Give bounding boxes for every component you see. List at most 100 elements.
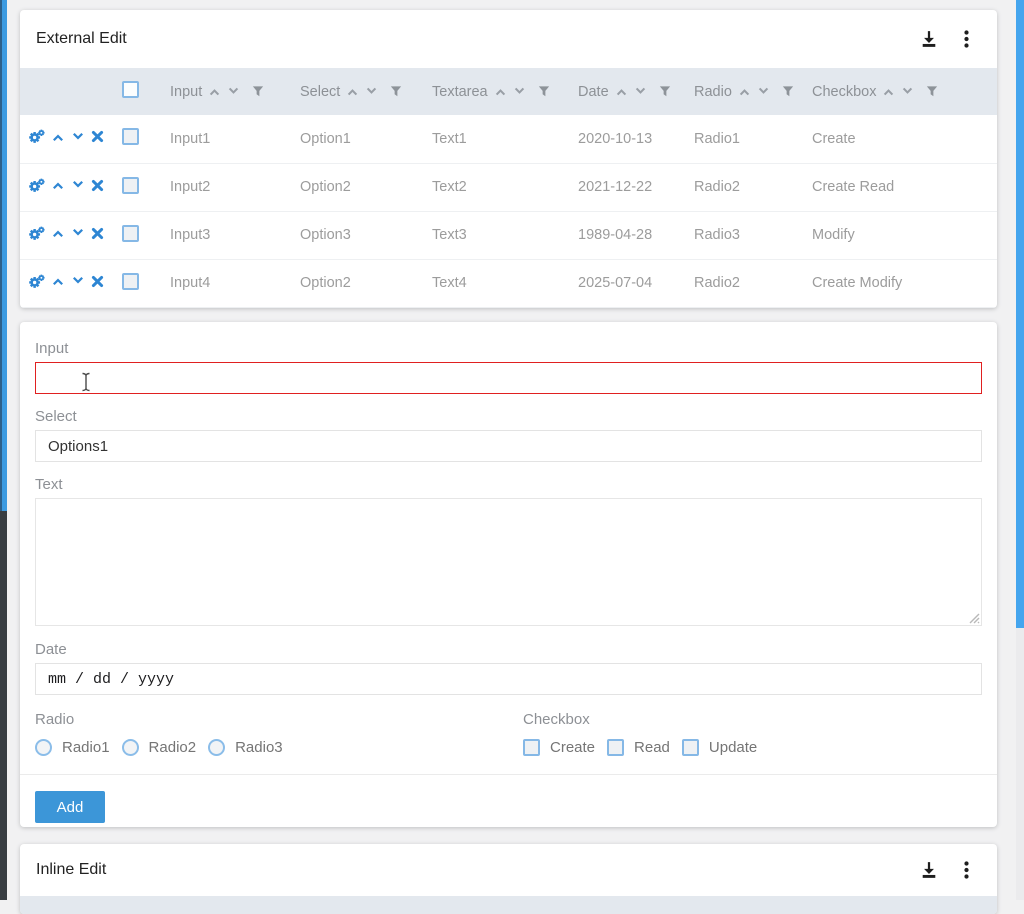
sort-desc-icon[interactable] bbox=[513, 85, 526, 98]
cell-textarea: Text3 bbox=[432, 211, 578, 259]
sort-asc-icon[interactable] bbox=[615, 85, 628, 98]
checkbox[interactable] bbox=[682, 739, 699, 756]
text-field-label: Text bbox=[35, 476, 982, 494]
row-move-up-icon[interactable] bbox=[51, 274, 65, 292]
select-field[interactable]: Options1 bbox=[35, 430, 982, 462]
cell-date: 2020-10-13 bbox=[578, 115, 694, 163]
checkbox[interactable] bbox=[607, 739, 624, 756]
radio-group: Radio1 Radio2 Radio3 bbox=[35, 737, 523, 757]
select-field-value: Options1 bbox=[48, 438, 108, 455]
row-settings-icon[interactable] bbox=[28, 129, 45, 148]
sort-desc-icon[interactable] bbox=[365, 85, 378, 98]
cell-radio: Radio3 bbox=[694, 211, 812, 259]
radio-option-label: Radio3 bbox=[235, 739, 283, 756]
left-scrollbar-thumb[interactable] bbox=[0, 0, 7, 511]
column-header-textarea: Textarea bbox=[432, 68, 578, 115]
filter-icon[interactable] bbox=[252, 85, 264, 98]
radio-button[interactable] bbox=[35, 739, 52, 756]
row-checkbox[interactable] bbox=[122, 177, 139, 194]
inline-table-header-strip bbox=[20, 896, 997, 914]
date-field[interactable]: mm / dd / yyyy bbox=[35, 663, 982, 695]
kebab-menu-icon[interactable] bbox=[964, 30, 969, 48]
download-icon[interactable] bbox=[920, 30, 938, 48]
row-delete-icon[interactable] bbox=[91, 179, 104, 196]
row-move-up-icon[interactable] bbox=[51, 178, 65, 196]
row-settings-icon[interactable] bbox=[28, 226, 45, 245]
cell-radio: Radio2 bbox=[694, 259, 812, 307]
column-header-input: Input bbox=[170, 68, 300, 115]
input-field[interactable] bbox=[35, 362, 982, 394]
inline-edit-header: Inline Edit bbox=[20, 844, 997, 896]
sort-desc-icon[interactable] bbox=[634, 85, 647, 98]
row-delete-icon[interactable] bbox=[91, 275, 104, 292]
table-row: Input3 Option3 Text3 1989-04-28 Radio3 M… bbox=[20, 211, 997, 259]
sort-desc-icon[interactable] bbox=[901, 85, 914, 98]
add-button[interactable]: Add bbox=[35, 791, 105, 823]
row-move-down-icon[interactable] bbox=[71, 178, 85, 196]
radio-button[interactable] bbox=[122, 739, 139, 756]
table-row: Input4 Option2 Text4 2025-07-04 Radio2 C… bbox=[20, 259, 997, 307]
external-edit-table: Input Select Texta bbox=[20, 68, 997, 308]
column-label: Radio bbox=[694, 84, 732, 100]
date-field-label: Date bbox=[35, 641, 982, 659]
left-scrollbar-track[interactable] bbox=[0, 511, 7, 900]
card-title: External Edit bbox=[36, 30, 127, 48]
table-row: Input1 Option1 Text1 2020-10-13 Radio1 C… bbox=[20, 115, 997, 163]
text-field[interactable] bbox=[35, 498, 982, 626]
radio-group-label: Radio bbox=[35, 711, 523, 729]
cell-input: Input2 bbox=[170, 163, 300, 211]
radio-button[interactable] bbox=[208, 739, 225, 756]
cell-radio: Radio2 bbox=[694, 163, 812, 211]
checkbox-group: Create Read Update bbox=[523, 737, 757, 757]
filter-icon[interactable] bbox=[782, 85, 794, 98]
sort-asc-icon[interactable] bbox=[346, 85, 359, 98]
row-delete-icon[interactable] bbox=[91, 227, 104, 244]
right-scrollbar-thumb[interactable] bbox=[1016, 0, 1024, 628]
cell-date: 2021-12-22 bbox=[578, 163, 694, 211]
checkbox-group-label: Checkbox bbox=[523, 711, 757, 729]
resize-grip-icon[interactable] bbox=[967, 611, 980, 624]
sort-asc-icon[interactable] bbox=[208, 85, 221, 98]
sort-desc-icon[interactable] bbox=[227, 85, 240, 98]
kebab-menu-icon[interactable] bbox=[964, 861, 969, 879]
cell-input: Input3 bbox=[170, 211, 300, 259]
cell-date: 1989-04-28 bbox=[578, 211, 694, 259]
row-checkbox[interactable] bbox=[122, 128, 139, 145]
column-label: Checkbox bbox=[812, 84, 876, 100]
date-field-value: mm / dd / yyyy bbox=[48, 671, 174, 688]
cell-textarea: Text1 bbox=[432, 115, 578, 163]
download-icon[interactable] bbox=[920, 861, 938, 879]
cell-date: 2025-07-04 bbox=[578, 259, 694, 307]
right-scrollbar-track[interactable] bbox=[1016, 628, 1024, 900]
row-settings-icon[interactable] bbox=[28, 178, 45, 197]
row-checkbox[interactable] bbox=[122, 225, 139, 242]
filter-icon[interactable] bbox=[926, 85, 938, 98]
inline-edit-card: Inline Edit bbox=[20, 844, 997, 914]
cell-input: Input1 bbox=[170, 115, 300, 163]
checkbox-option-label: Update bbox=[709, 739, 757, 756]
filter-icon[interactable] bbox=[390, 85, 402, 98]
cell-select: Option3 bbox=[300, 211, 432, 259]
row-move-up-icon[interactable] bbox=[51, 130, 65, 148]
sort-asc-icon[interactable] bbox=[738, 85, 751, 98]
cell-checkbox: Create bbox=[812, 115, 997, 163]
cell-checkbox: Create Modify bbox=[812, 259, 997, 307]
table-header-row: Input Select Texta bbox=[20, 68, 997, 115]
row-settings-icon[interactable] bbox=[28, 274, 45, 293]
column-label: Input bbox=[170, 84, 202, 100]
filter-icon[interactable] bbox=[659, 85, 671, 98]
row-checkbox[interactable] bbox=[122, 273, 139, 290]
sort-desc-icon[interactable] bbox=[757, 85, 770, 98]
sort-asc-icon[interactable] bbox=[882, 85, 895, 98]
checkbox[interactable] bbox=[523, 739, 540, 756]
cell-select: Option2 bbox=[300, 163, 432, 211]
row-move-down-icon[interactable] bbox=[71, 130, 85, 148]
row-move-down-icon[interactable] bbox=[71, 274, 85, 292]
select-all-checkbox[interactable] bbox=[122, 81, 139, 98]
row-move-up-icon[interactable] bbox=[51, 226, 65, 244]
sort-asc-icon[interactable] bbox=[494, 85, 507, 98]
row-move-down-icon[interactable] bbox=[71, 226, 85, 244]
row-delete-icon[interactable] bbox=[91, 130, 104, 147]
filter-icon[interactable] bbox=[538, 85, 550, 98]
select-field-label: Select bbox=[35, 408, 982, 426]
